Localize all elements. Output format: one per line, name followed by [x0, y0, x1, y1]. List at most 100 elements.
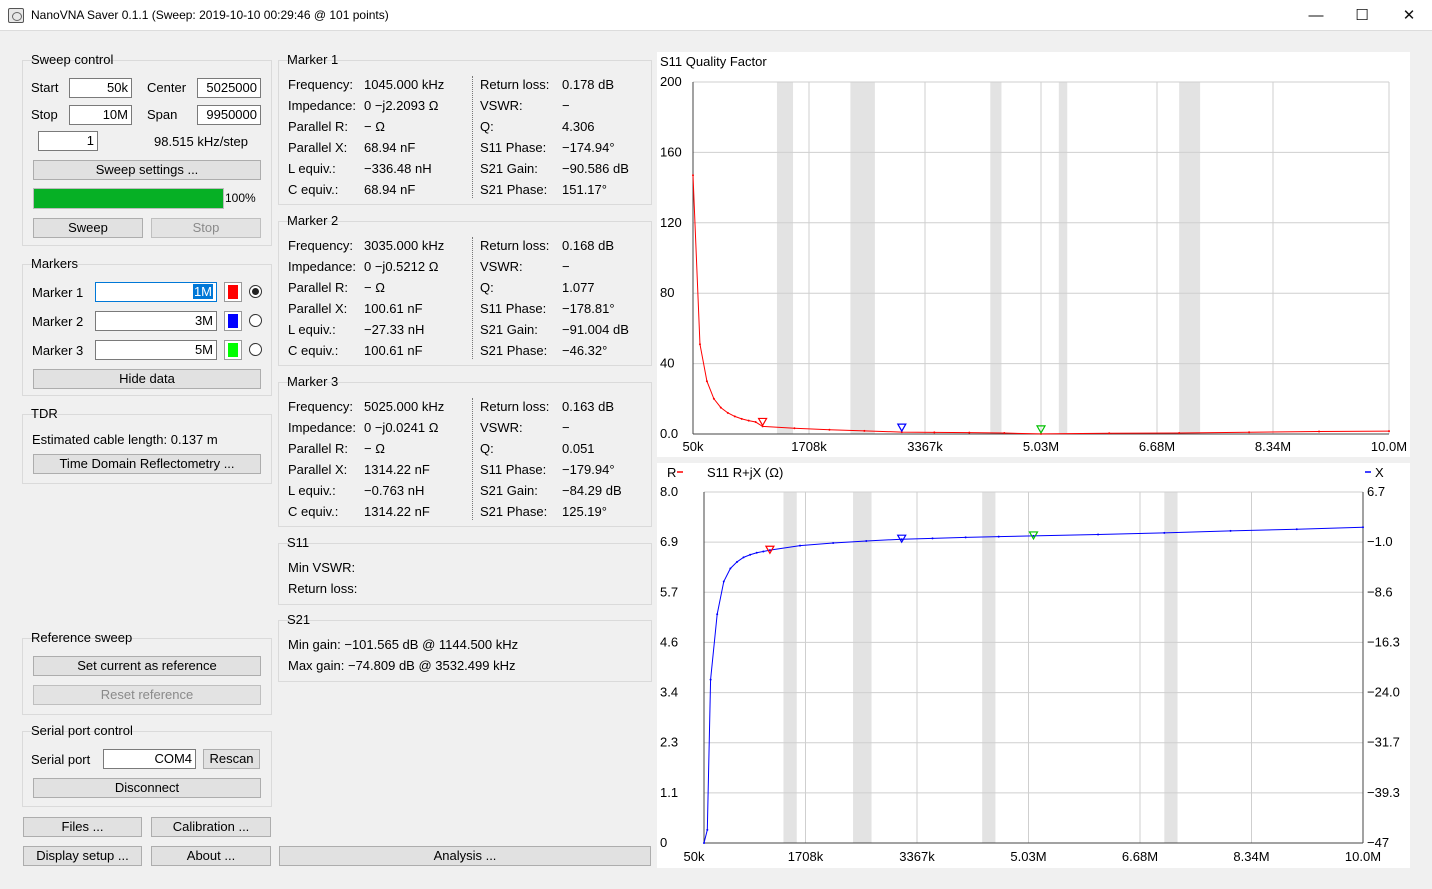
analysis-button[interactable]: Analysis ...: [279, 846, 651, 866]
detail-label: S21 Gain:: [480, 483, 538, 498]
set-reference-button[interactable]: Set current as reference: [33, 656, 261, 676]
y-tick-label: 80: [660, 285, 674, 300]
marker-1-color-swatch: [228, 285, 238, 299]
detail-label: Parallel R:: [288, 441, 348, 456]
detail-value: 1.077: [562, 280, 595, 295]
y-left-tick-label: 2.3: [660, 735, 678, 750]
detail-value: −46.32°: [562, 343, 608, 358]
data-point: [1362, 526, 1364, 529]
detail-label: Return loss:: [480, 399, 550, 414]
tdr-button[interactable]: Time Domain Reflectometry ...: [33, 454, 261, 474]
y-right-tick-label: −24.0: [1367, 685, 1400, 700]
stop-label: Stop: [31, 107, 58, 122]
sweep-button[interactable]: Sweep: [33, 218, 143, 238]
detail-value: −27.33 nH: [364, 322, 425, 337]
rescan-button[interactable]: Rescan: [203, 749, 260, 769]
data-point: [755, 551, 758, 554]
detail-label: L equiv.:: [288, 483, 336, 498]
minimize-button[interactable]: —: [1293, 0, 1339, 31]
detail-value: −: [562, 420, 570, 435]
data-point: [709, 678, 712, 681]
detail-value: −336.48 nH: [364, 161, 432, 176]
data-point: [799, 544, 802, 547]
x-tick-label: 50k: [684, 849, 705, 864]
hide-data-button[interactable]: Hide data: [33, 369, 261, 389]
start-input[interactable]: 50k: [69, 78, 132, 98]
data-point: [832, 541, 835, 544]
stop-button[interactable]: Stop: [151, 218, 261, 238]
marker-3-left-labels: Frequency: Impedance: Parallel R: Parallel …: [288, 396, 356, 522]
x-tick-label: 1708k: [788, 849, 824, 864]
y-right-tick-label: −1.0: [1367, 534, 1393, 549]
x-tick-label: 1708k: [791, 439, 827, 454]
marker-2-active-radio[interactable]: [249, 314, 262, 327]
data-point: [722, 580, 725, 583]
marker-2-left-values: 3035.000 kHz 0 −j0.5212 Ω − Ω 100.61 nF −27.…: [364, 235, 444, 361]
span-input[interactable]: 9950000: [197, 105, 261, 125]
sweep-control-title: Sweep control: [31, 52, 114, 67]
marker-2-color-button[interactable]: [224, 311, 242, 331]
y-right-tick-label: −31.7: [1367, 735, 1400, 750]
close-button[interactable]: ✕: [1386, 0, 1432, 31]
marker-3-active-radio[interactable]: [249, 343, 262, 356]
data-point: [729, 567, 732, 570]
x-tick-label: 8.34M: [1255, 439, 1291, 454]
detail-value: −179.94°: [562, 462, 615, 477]
band-shade: [853, 492, 872, 843]
x-tick-label: 5.03M: [1010, 849, 1046, 864]
x-series-line: [703, 526, 1364, 844]
data-point: [931, 537, 934, 540]
disconnect-button[interactable]: Disconnect: [33, 778, 261, 798]
data-point: [742, 556, 745, 559]
data-point: [740, 417, 743, 420]
data-point: [716, 613, 719, 616]
sweep-progress-bar: [33, 188, 224, 209]
min-gain-text: Min gain: −101.565 dB @ 1144.500 kHz: [288, 637, 519, 652]
data-point: [726, 411, 729, 414]
s11-quality-factor-chart[interactable]: S11 Quality Factor 200 160 120 80 40 0.0 50k 170…: [657, 52, 1410, 457]
y-right-tick-label: −8.6: [1367, 584, 1393, 599]
detail-value: 68.94 nF: [364, 182, 416, 197]
detail-label: S21 Gain:: [480, 161, 538, 176]
detail-value: 4.306: [562, 119, 595, 134]
segments-input[interactable]: 1: [38, 131, 98, 151]
stop-input[interactable]: 10M: [69, 105, 132, 125]
marker-2-frequency-input[interactable]: 3M: [95, 311, 217, 331]
maximize-button[interactable]: ☐: [1339, 0, 1385, 31]
detail-label: VSWR:: [480, 420, 523, 435]
marker-3-color-button[interactable]: [224, 340, 242, 360]
s11-rjx-chart[interactable]: S11 R+jX (Ω) R X 8.0 6.7 6.9 −1.0 5.7 −8.6 4.6 −16…: [657, 463, 1410, 868]
chart-title: S11 Quality Factor: [660, 54, 767, 69]
legend-x-label: X: [1375, 465, 1384, 480]
detail-label: Q:: [480, 119, 494, 134]
marker-3-frequency-input[interactable]: 5M: [95, 340, 217, 360]
center-input[interactable]: 5025000: [197, 78, 261, 98]
data-point: [1388, 430, 1390, 433]
min-vswr-label: Min VSWR:: [288, 560, 356, 575]
marker-1-color-button[interactable]: [224, 282, 242, 302]
marker-1-active-radio[interactable]: [249, 285, 262, 298]
x-tick-label: 50k: [683, 439, 704, 454]
sweep-settings-button[interactable]: Sweep settings ...: [33, 160, 261, 180]
detail-label: Return loss:: [480, 238, 550, 253]
detail-label: Parallel R:: [288, 280, 348, 295]
y-tick-label: 160: [660, 144, 682, 159]
data-point: [1003, 432, 1006, 435]
x-tick-label: 10.0M: [1345, 849, 1381, 864]
band-shade: [1179, 82, 1201, 434]
detail-value: −0.763 nH: [364, 483, 425, 498]
marker-1-frequency-input[interactable]: 1M: [95, 282, 217, 302]
files-button[interactable]: Files ...: [23, 817, 142, 837]
about-button[interactable]: About ...: [151, 846, 271, 866]
x-tick-label: 5.03M: [1023, 439, 1059, 454]
band-shade: [982, 492, 996, 843]
calibration-button[interactable]: Calibration ...: [151, 817, 271, 837]
detail-value: 0.051: [562, 441, 595, 456]
reset-reference-button[interactable]: Reset reference: [33, 685, 261, 705]
display-setup-button[interactable]: Display setup ...: [23, 846, 142, 866]
app-icon: [8, 8, 24, 23]
serial-port-input[interactable]: COM4: [103, 749, 196, 769]
step-text: 98.515 kHz/step: [154, 134, 248, 149]
y-right-tick-label: 6.7: [1367, 484, 1385, 499]
data-point: [706, 828, 709, 831]
